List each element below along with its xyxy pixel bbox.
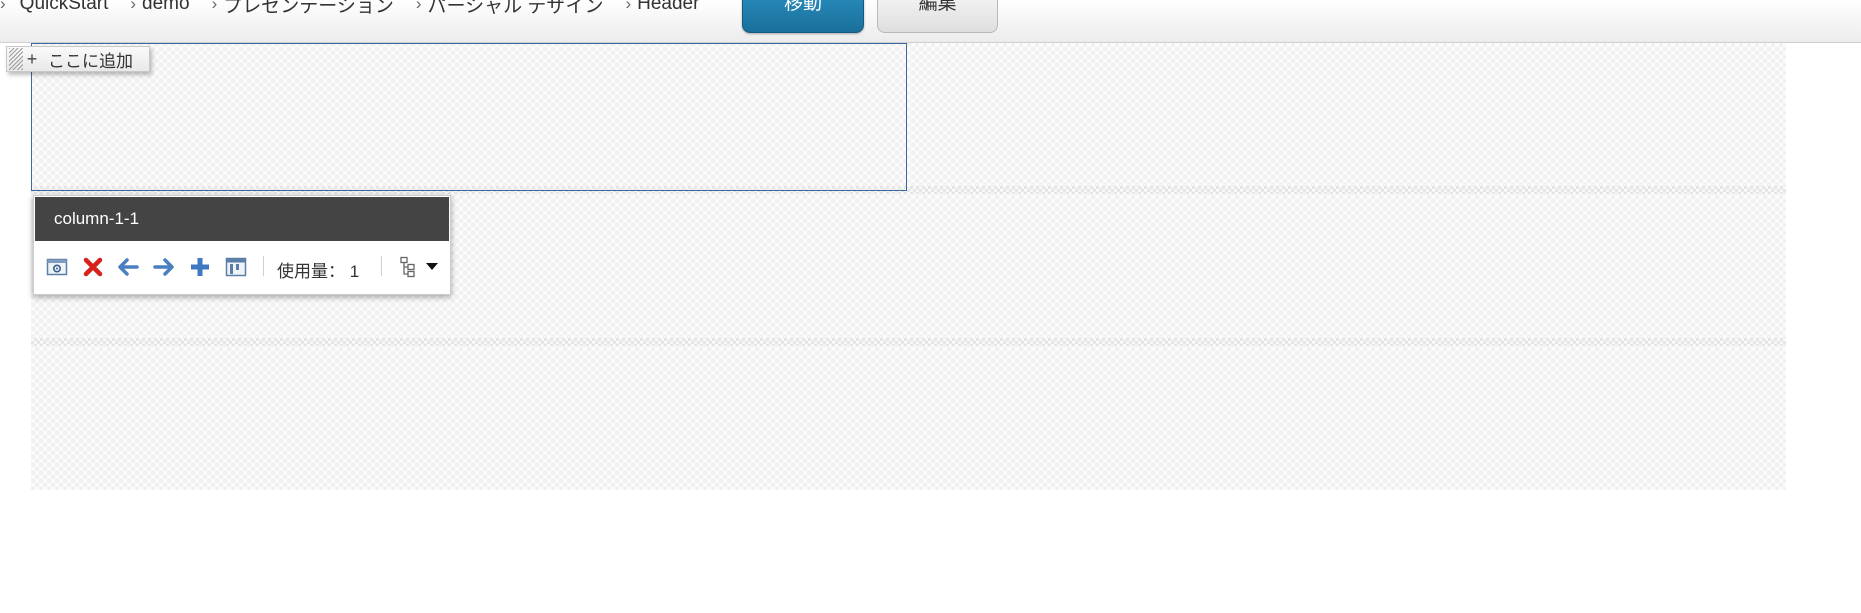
usage-value: 1	[349, 262, 360, 281]
row-divider	[31, 338, 1786, 346]
plus-icon[interactable]	[188, 255, 212, 279]
breadcrumb-item-demo[interactable]: › demo	[130, 0, 211, 15]
chevron-right-icon: ›	[415, 0, 422, 13]
add-here-label: ここに追加	[48, 51, 133, 71]
plus-icon: +	[26, 49, 38, 69]
caret-down-icon[interactable]	[424, 258, 440, 274]
move-button[interactable]: 移動	[742, 0, 864, 33]
column-panel: column-1-1 使用量： 1	[33, 195, 451, 295]
arrow-right-icon[interactable]	[152, 255, 176, 279]
toolbar-divider	[381, 256, 382, 276]
breadcrumb-item-quickstart[interactable]: › QuickStart	[0, 0, 130, 15]
tree-icon[interactable]	[396, 255, 420, 279]
drag-handle-icon[interactable]	[9, 48, 23, 70]
chevron-right-icon: ›	[0, 0, 6, 13]
chevron-right-icon: ›	[211, 0, 218, 13]
selected-column[interactable]	[31, 43, 907, 191]
column-panel-toolbar: 使用量： 1	[34, 242, 450, 294]
delete-icon[interactable]	[81, 255, 105, 279]
toolbar-divider	[263, 256, 264, 276]
breadcrumb-label[interactable]: パーシャル デザイン	[428, 0, 604, 18]
breadcrumb: › QuickStart › demo › プレゼンテーション › パーシャル …	[0, 0, 721, 18]
breadcrumb-item-partial-design[interactable]: › パーシャル デザイン	[416, 0, 626, 18]
arrow-left-icon[interactable]	[116, 255, 140, 279]
chevron-right-icon: ›	[625, 0, 632, 13]
chevron-right-icon: ›	[130, 0, 137, 13]
breadcrumb-label[interactable]: QuickStart	[20, 0, 109, 15]
usage-label: 使用量：	[277, 262, 345, 281]
top-bar: › QuickStart › demo › プレゼンテーション › パーシャル …	[0, 0, 1861, 43]
properties-icon[interactable]	[45, 255, 69, 279]
breadcrumb-label[interactable]: プレゼンテーション	[223, 0, 394, 18]
breadcrumb-item-header[interactable]: › Header	[625, 0, 721, 15]
usage-count: 使用量： 1	[277, 257, 359, 282]
breadcrumb-label[interactable]: Header	[637, 0, 699, 15]
layout-icon[interactable]	[224, 255, 248, 279]
column-panel-title: column-1-1	[35, 197, 449, 241]
add-here-button[interactable]: + ここに追加	[6, 46, 150, 72]
breadcrumb-item-presentation[interactable]: › プレゼンテーション	[212, 0, 416, 18]
edit-button[interactable]: 編集	[877, 0, 998, 33]
breadcrumb-label[interactable]: demo	[142, 0, 190, 15]
